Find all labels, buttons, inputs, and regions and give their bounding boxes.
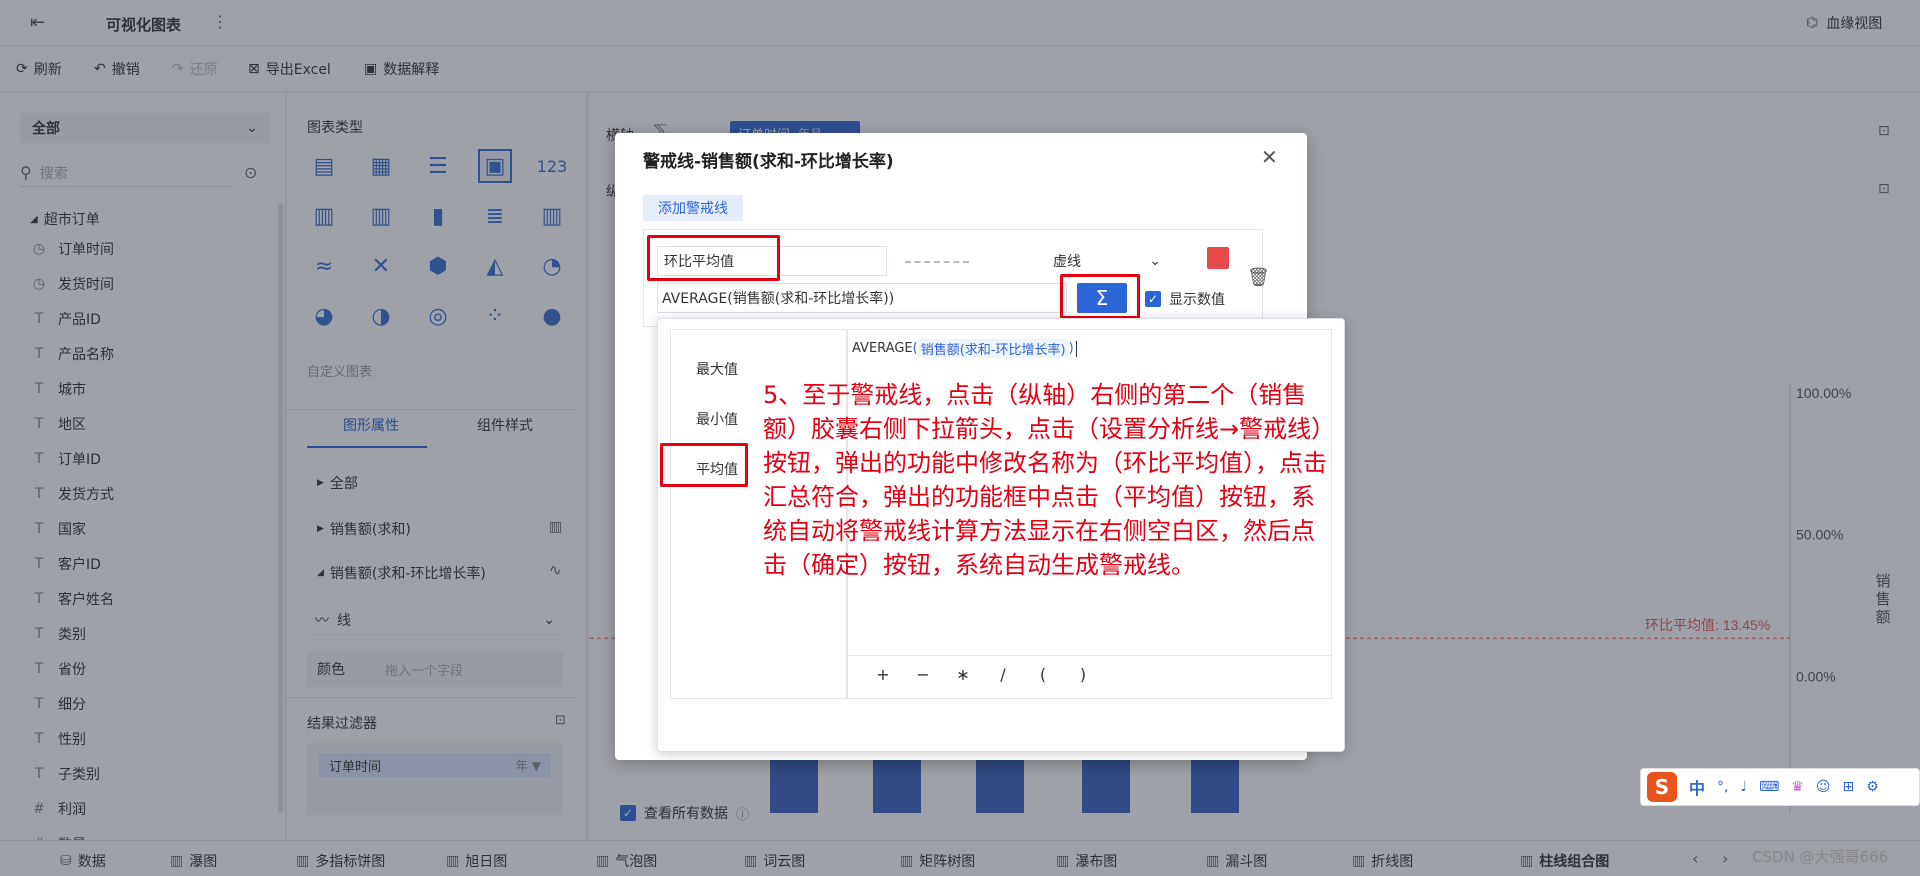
formula-input[interactable]: AVERAGE(销售额(求和-环比增长率))	[657, 283, 1067, 313]
line-color-picker[interactable]	[1207, 247, 1229, 269]
highlight-avg	[660, 443, 748, 487]
operator-button[interactable]: ∗	[956, 665, 970, 684]
ime-toolbar: S 中 °, ♩ ⌨ ♛ ☺ ⊞ ⚙	[1640, 768, 1920, 806]
trash-icon[interactable]: 🗑	[1247, 267, 1270, 288]
skin-icon[interactable]: ♛	[1791, 779, 1804, 795]
operator-button[interactable]: −	[916, 665, 930, 684]
show-value-checkbox[interactable]: ✓ 显示数值	[1145, 289, 1225, 309]
formula-editor-text: AVERAGE(销售额(求和-环比增长率))	[852, 339, 1077, 358]
func-max[interactable]: 最大值	[696, 359, 738, 379]
line-style-preview	[905, 261, 969, 263]
line-style-select[interactable]: 虚线 ⌄	[1047, 246, 1167, 276]
add-warning-line-button[interactable]: 添加警戒线	[643, 195, 743, 221]
sogou-logo-icon: S	[1647, 772, 1677, 802]
dialog-title: 警戒线-销售额(求和-环比增长率)	[643, 152, 894, 172]
mic-icon[interactable]: ♩	[1740, 779, 1747, 795]
operator-button[interactable]: /	[996, 665, 1010, 684]
operator-button[interactable]: (	[1036, 665, 1050, 684]
tutorial-annotation: 5、至于警戒线，点击（纵轴）右侧的第二个（销售额）胶囊右侧下拉箭头，点击（设置分…	[763, 381, 1336, 579]
grid-icon[interactable]: ⊞	[1842, 779, 1854, 795]
operator-bar: + − ∗ / ()	[876, 665, 1090, 684]
func-min[interactable]: 最小值	[696, 409, 738, 429]
settings-icon[interactable]: ⚙	[1866, 779, 1879, 795]
operator-button[interactable]: +	[876, 665, 890, 684]
chevron-down-icon: ⌄	[1149, 253, 1161, 269]
watermark: CSDN @大强哥666	[1752, 848, 1889, 866]
close-icon[interactable]: ✕	[1261, 145, 1278, 169]
highlight-name	[647, 235, 780, 281]
keyboard-icon[interactable]: ⌨	[1759, 779, 1779, 795]
checkbox-checked-icon: ✓	[1145, 291, 1161, 307]
highlight-sum	[1060, 274, 1140, 319]
operator-button[interactable]: )	[1076, 665, 1090, 684]
robot-icon[interactable]: ☺	[1816, 779, 1831, 795]
